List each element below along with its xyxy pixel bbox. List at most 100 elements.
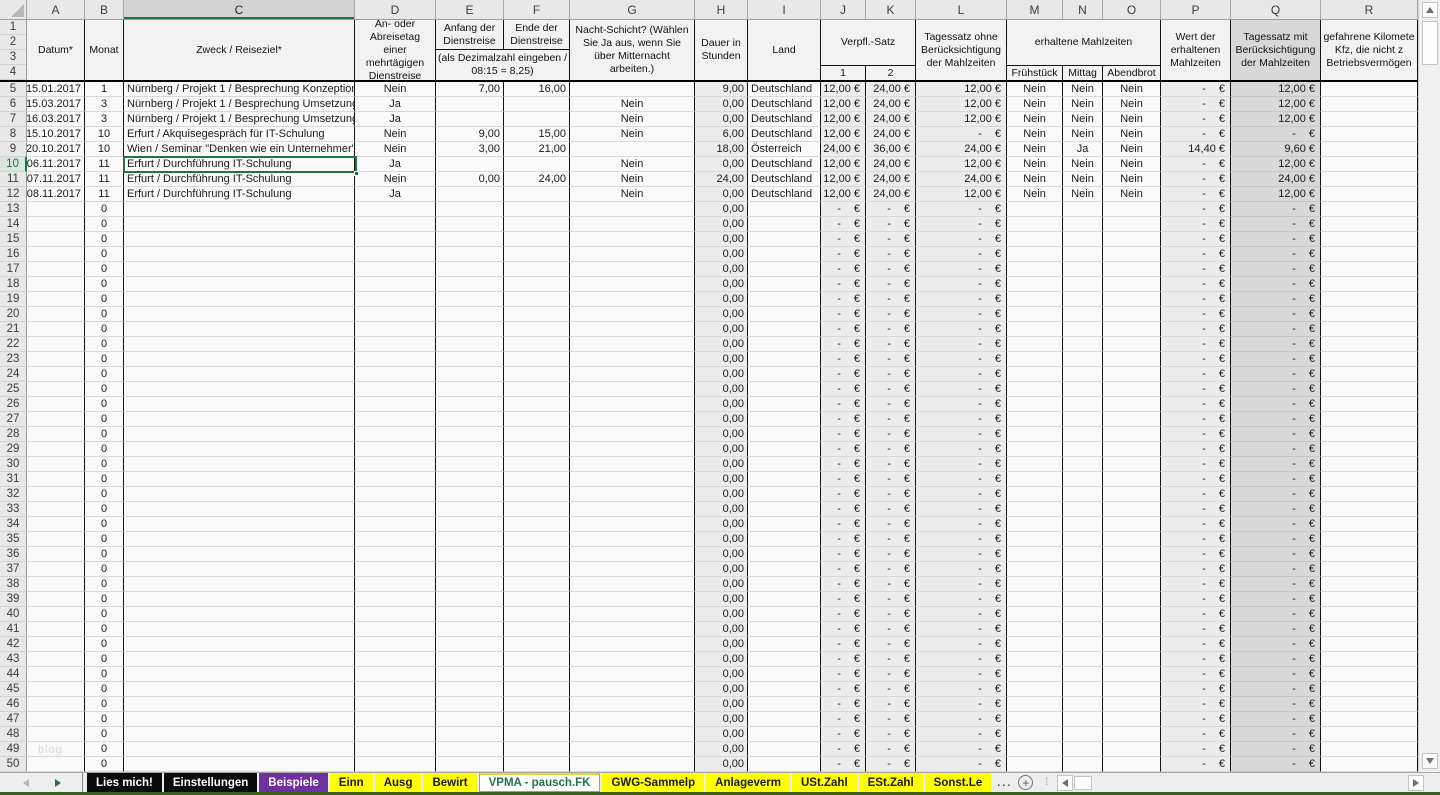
cell-F35[interactable] — [504, 532, 570, 547]
cell-O17[interactable] — [1103, 262, 1161, 277]
cell-R33[interactable] — [1321, 502, 1418, 517]
cell-J5[interactable]: 12,00 € — [821, 82, 866, 97]
cell-O11[interactable]: Nein — [1103, 172, 1161, 187]
cell-M29[interactable] — [1007, 442, 1063, 457]
cell-O35[interactable] — [1103, 532, 1161, 547]
cell-H6[interactable]: 0,00 — [695, 97, 748, 112]
cell-O27[interactable] — [1103, 412, 1161, 427]
cell-O45[interactable] — [1103, 682, 1161, 697]
cell-D39[interactable] — [355, 592, 436, 607]
cell-B26[interactable]: 0 — [85, 397, 124, 412]
row-header-47[interactable]: 47 — [0, 712, 27, 727]
cell-A30[interactable] — [27, 457, 85, 472]
cell-B40[interactable]: 0 — [85, 607, 124, 622]
cell-I36[interactable] — [748, 547, 821, 562]
sheet-tab-lies-mich[interactable]: Lies mich! — [87, 773, 162, 792]
cell-N23[interactable] — [1063, 352, 1103, 367]
cell-D30[interactable] — [355, 457, 436, 472]
cell-Q37[interactable]: -€ — [1231, 562, 1321, 577]
header-gefahrene-kilometer[interactable]: gefahrene Kilomete Kfz, die nicht z Betr… — [1321, 20, 1418, 80]
cell-H22[interactable]: 0,00 — [695, 337, 748, 352]
cell-F22[interactable] — [504, 337, 570, 352]
cell-I50[interactable] — [748, 757, 821, 772]
cell-C33[interactable] — [124, 502, 355, 517]
cell-R43[interactable] — [1321, 652, 1418, 667]
cell-M33[interactable] — [1007, 502, 1063, 517]
cell-E7[interactable] — [436, 112, 504, 127]
cell-M48[interactable] — [1007, 727, 1063, 742]
cell-Q29[interactable]: -€ — [1231, 442, 1321, 457]
cell-F11[interactable]: 24,00 — [504, 172, 570, 187]
cell-J32[interactable]: -€ — [821, 487, 866, 502]
cell-L30[interactable]: -€ — [916, 457, 1007, 472]
cell-A31[interactable] — [27, 472, 85, 487]
cell-L18[interactable]: -€ — [916, 277, 1007, 292]
cell-L28[interactable]: -€ — [916, 427, 1007, 442]
cell-E46[interactable] — [436, 697, 504, 712]
cell-P22[interactable]: -€ — [1161, 337, 1231, 352]
cell-B13[interactable]: 0 — [85, 202, 124, 217]
cell-P13[interactable]: -€ — [1161, 202, 1231, 217]
cell-E50[interactable] — [436, 757, 504, 772]
cell-P17[interactable]: -€ — [1161, 262, 1231, 277]
cell-L36[interactable]: -€ — [916, 547, 1007, 562]
cell-B30[interactable]: 0 — [85, 457, 124, 472]
cell-M32[interactable] — [1007, 487, 1063, 502]
cell-I10[interactable]: Deutschland — [748, 157, 821, 172]
cell-H47[interactable]: 0,00 — [695, 712, 748, 727]
row-header-7[interactable]: 7 — [0, 112, 27, 127]
cell-D21[interactable] — [355, 322, 436, 337]
cell-N15[interactable] — [1063, 232, 1103, 247]
cell-H21[interactable]: 0,00 — [695, 322, 748, 337]
cell-C14[interactable] — [124, 217, 355, 232]
cell-E36[interactable] — [436, 547, 504, 562]
cell-G37[interactable] — [570, 562, 695, 577]
cell-B22[interactable]: 0 — [85, 337, 124, 352]
cell-F48[interactable] — [504, 727, 570, 742]
cell-F37[interactable] — [504, 562, 570, 577]
cell-M11[interactable]: Nein — [1007, 172, 1063, 187]
cell-L42[interactable]: -€ — [916, 637, 1007, 652]
cell-E40[interactable] — [436, 607, 504, 622]
cell-L19[interactable]: -€ — [916, 292, 1007, 307]
cell-O43[interactable] — [1103, 652, 1161, 667]
cell-C25[interactable] — [124, 382, 355, 397]
header-tagessatz-mit[interactable]: Tagessatz mit Berücksichtigung der Mahlz… — [1231, 20, 1321, 80]
cell-E26[interactable] — [436, 397, 504, 412]
cell-E31[interactable] — [436, 472, 504, 487]
cell-D22[interactable] — [355, 337, 436, 352]
cell-P32[interactable]: -€ — [1161, 487, 1231, 502]
cell-A41[interactable] — [27, 622, 85, 637]
cell-D49[interactable] — [355, 742, 436, 757]
cell-R13[interactable] — [1321, 202, 1418, 217]
cell-H10[interactable]: 0,00 — [695, 157, 748, 172]
cell-L35[interactable]: -€ — [916, 532, 1007, 547]
cell-C5[interactable]: Nürnberg / Projekt 1 / Besprechung Konze… — [124, 82, 355, 97]
row-header-29[interactable]: 29 — [0, 442, 27, 457]
cell-N33[interactable] — [1063, 502, 1103, 517]
cell-I9[interactable]: Österreich — [748, 142, 821, 157]
cell-I32[interactable] — [748, 487, 821, 502]
cell-Q12[interactable]: 12,00 € — [1231, 187, 1321, 202]
row-header-32[interactable]: 32 — [0, 487, 27, 502]
header-row-numbers[interactable]: 1 2 3 4 — [0, 20, 27, 80]
cell-B7[interactable]: 3 — [85, 112, 124, 127]
cell-B41[interactable]: 0 — [85, 622, 124, 637]
cell-M5[interactable]: Nein — [1007, 82, 1063, 97]
cell-C48[interactable] — [124, 727, 355, 742]
cell-K48[interactable]: -€ — [866, 727, 916, 742]
row-header-27[interactable]: 27 — [0, 412, 27, 427]
cell-O16[interactable] — [1103, 247, 1161, 262]
cell-A37[interactable] — [27, 562, 85, 577]
header-datum[interactable]: Datum* — [27, 20, 85, 80]
cell-C24[interactable] — [124, 367, 355, 382]
cell-Q20[interactable]: -€ — [1231, 307, 1321, 322]
cell-E12[interactable] — [436, 187, 504, 202]
cell-E8[interactable]: 9,00 — [436, 127, 504, 142]
cell-A40[interactable] — [27, 607, 85, 622]
cell-N20[interactable] — [1063, 307, 1103, 322]
cell-J9[interactable]: 24,00 € — [821, 142, 866, 157]
cell-Q27[interactable]: -€ — [1231, 412, 1321, 427]
cell-C47[interactable] — [124, 712, 355, 727]
cell-M47[interactable] — [1007, 712, 1063, 727]
